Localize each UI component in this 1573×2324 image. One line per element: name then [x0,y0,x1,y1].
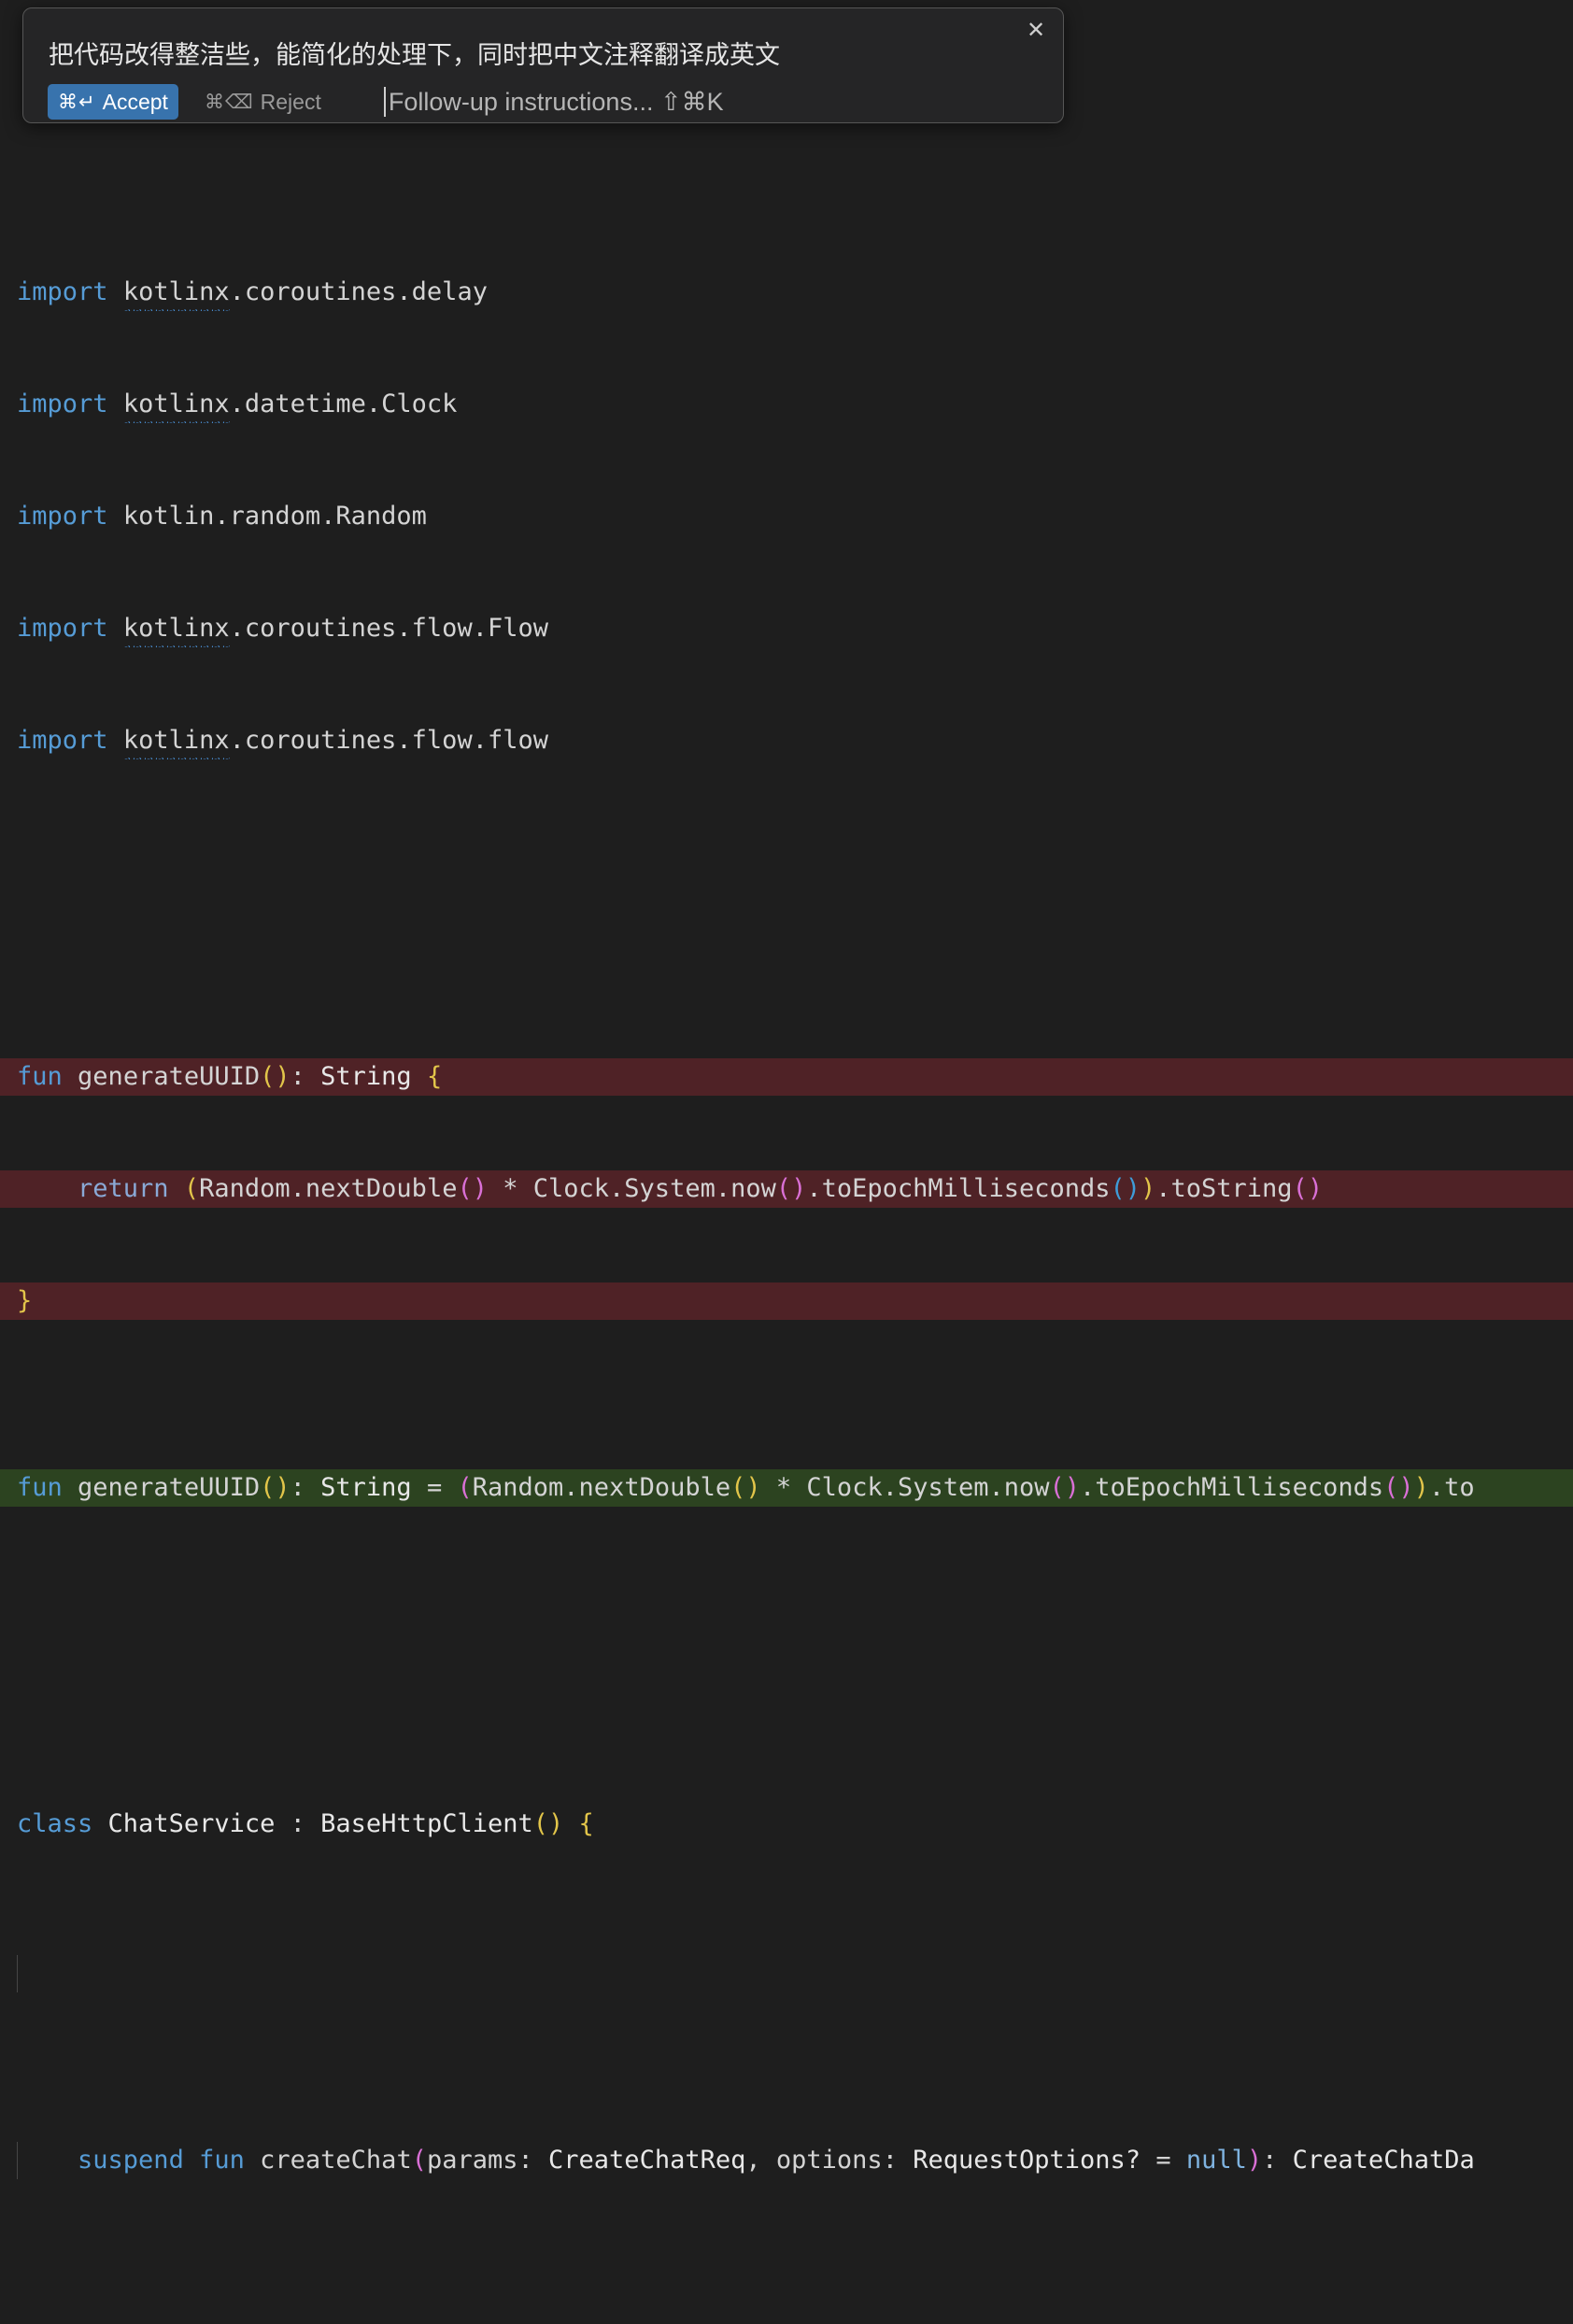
followup-placeholder: Follow-up instructions... ⇧⌘K [389,88,724,117]
code-line-import-clock: import kotlinx.datetime.Clock [0,386,1573,423]
code-line-class-decl: class ChatService : BaseHttpClient() { [0,1806,1573,1843]
code-editor[interactable]: import kotlinx.coroutines.delay import k… [0,0,1573,1162]
code-line-import-flow-fn: import kotlinx.coroutines.flow.flow [0,722,1573,759]
followup-input[interactable]: Follow-up instructions... ⇧⌘K [384,84,724,120]
code-line-added-fun-expr: fun generateUUID(): String = (Random.nex… [0,1469,1573,1507]
accept-shortcut-label: ⌘↵ [58,91,96,114]
reject-shortcut-label: ⌘⌫ [205,91,254,114]
reject-button[interactable]: ⌘⌫ Reject [195,84,331,120]
code-line-blank-2 [0,1619,1573,1656]
code-line-import-random: import kotlin.random.Random [0,498,1573,535]
code-line-blank-3 [0,1955,1573,1992]
code-line-removed-close-brace: } [0,1282,1573,1320]
code-line-removed-fun-sig: fun generateUUID(): String { [0,1058,1573,1096]
ai-prompt-text: 把代码改得整洁些，能简化的处理下，同时把中文注释翻译成英文 [49,35,780,71]
code-line-blank-1 [0,872,1573,909]
reject-button-label: Reject [261,90,321,115]
inline-ai-edit-popup: ✕ 把代码改得整洁些，能简化的处理下，同时把中文注释翻译成英文 ⌘↵ Accep… [22,7,1064,123]
popup-action-row: ⌘↵ Accept ⌘⌫ Reject Follow-up instructio… [48,84,724,120]
accept-button[interactable]: ⌘↵ Accept [48,84,178,120]
accept-button-label: Accept [103,90,168,115]
text-caret [384,87,386,117]
code-line-import-delay: import kotlinx.coroutines.delay [0,274,1573,311]
code-line-removed-return: return (Random.nextDouble() * Clock.Syst… [0,1170,1573,1208]
close-icon[interactable]: ✕ [1022,17,1050,45]
code-line-fun-createchat: suspend fun createChat(params: CreateCha… [0,2142,1573,2179]
code-line-import-flow-type: import kotlinx.coroutines.flow.Flow [0,610,1573,647]
